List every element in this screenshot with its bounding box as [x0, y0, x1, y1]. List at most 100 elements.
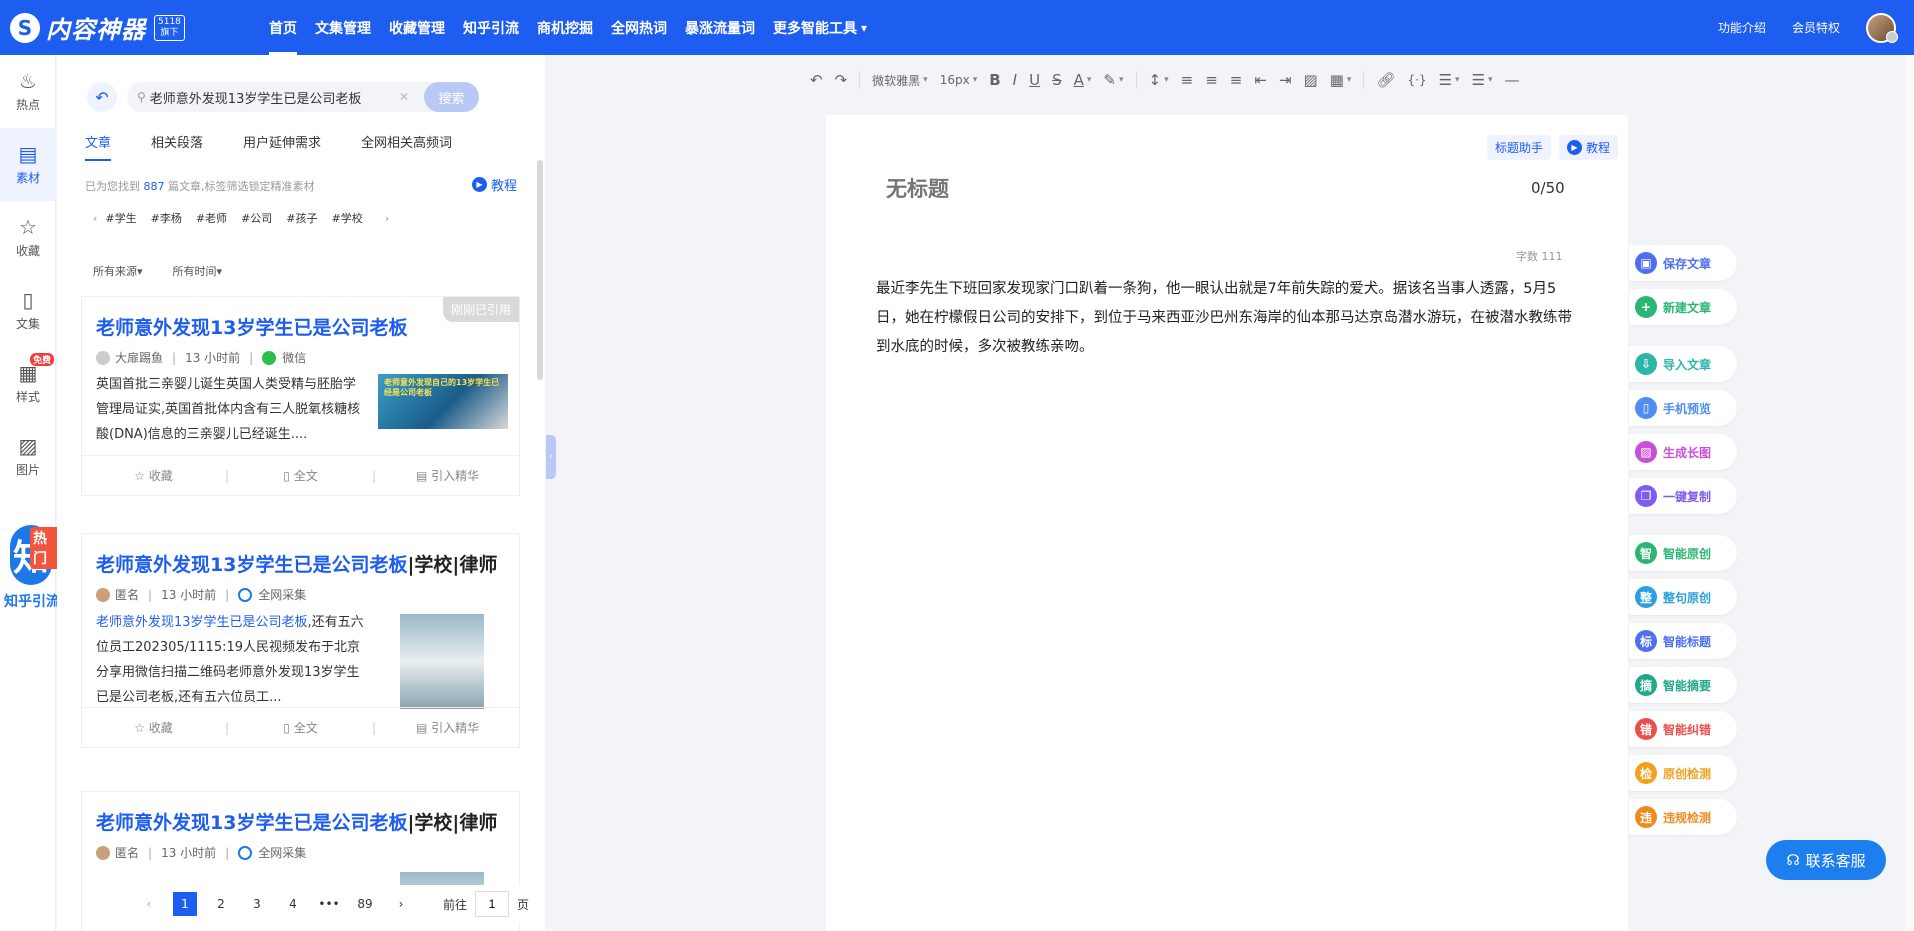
bullet-list-icon[interactable]: ☰ ▾: [1439, 71, 1460, 89]
save-button[interactable]: ▣ 保存文章: [1629, 245, 1737, 281]
original-check-button[interactable]: 检原创检测: [1629, 755, 1737, 791]
tab-paragraphs[interactable]: 相关段落: [151, 132, 203, 161]
strikethrough-icon[interactable]: S: [1052, 71, 1062, 89]
new-doc-button[interactable]: + 新建文章: [1629, 289, 1737, 325]
search-button[interactable]: 搜索: [424, 82, 479, 112]
violation-check-button[interactable]: 违违规检测: [1629, 799, 1737, 835]
align-left-icon[interactable]: ≡: [1181, 71, 1194, 89]
align-center-icon[interactable]: ≡: [1205, 71, 1218, 89]
back-arrow-icon[interactable]: ↶: [87, 82, 117, 112]
next-page-button[interactable]: ›: [389, 892, 413, 916]
table-icon[interactable]: ▦ ▾: [1330, 71, 1352, 89]
page-button[interactable]: 4: [281, 892, 305, 916]
import-button[interactable]: ⇩ 导入文章: [1629, 346, 1737, 382]
nav-more-tools[interactable]: 更多智能工具 ▾: [764, 0, 876, 55]
outdent-icon[interactable]: ⇤: [1254, 71, 1267, 89]
link-icon[interactable]: 🔗︎: [1376, 71, 1395, 89]
tag[interactable]: #学校: [332, 210, 363, 226]
nav-collections[interactable]: 文集管理: [306, 0, 380, 55]
avatar[interactable]: [1866, 12, 1898, 43]
article-title[interactable]: 老师意外发现13岁学生已是公司老板: [96, 313, 407, 340]
page-button[interactable]: 3: [245, 892, 269, 916]
align-right-icon[interactable]: ≡: [1230, 71, 1243, 89]
horizontal-rule-icon[interactable]: —: [1505, 71, 1520, 89]
full-text-button[interactable]: ▯ 全文: [229, 467, 372, 484]
collapse-panel-icon[interactable]: ‹: [546, 435, 556, 479]
nav-favorites[interactable]: 收藏管理: [380, 0, 454, 55]
editor-body[interactable]: 最近李先生下班回家发现家门口趴着一条狗，他一眼认出就是7年前失踪的爱犬。据该名当…: [876, 275, 1576, 362]
collect-button[interactable]: ☆ 收藏: [82, 719, 225, 736]
ai-summary-button[interactable]: 摘智能摘要: [1629, 667, 1737, 703]
line-height-icon[interactable]: ↕ ▾: [1149, 71, 1169, 89]
rail-item-docs[interactable]: ▯ 文集: [0, 274, 56, 347]
code-icon[interactable]: {·}: [1407, 73, 1426, 87]
prev-page-button[interactable]: ‹: [137, 892, 161, 916]
tab-high-freq-words[interactable]: 全网相关高频词: [361, 132, 452, 161]
import-essence-button[interactable]: ▤ 引入精华: [376, 719, 519, 736]
membership-link[interactable]: 会员特权: [1792, 19, 1840, 36]
search-input[interactable]: [149, 89, 440, 105]
chevron-left-icon[interactable]: ‹: [93, 212, 97, 225]
redo-icon[interactable]: ↷: [835, 71, 848, 89]
numbered-list-icon[interactable]: ☰ ▾: [1472, 71, 1493, 89]
title-helper-button[interactable]: 标题助手: [1486, 135, 1551, 160]
font-size-select[interactable]: 16px ▾: [940, 73, 978, 87]
ai-title-button[interactable]: 标智能标题: [1629, 623, 1737, 659]
tab-user-needs[interactable]: 用户延伸需求: [243, 132, 321, 161]
page-button[interactable]: 2: [209, 892, 233, 916]
source-filter[interactable]: 所有来源▾: [93, 263, 143, 279]
page-button[interactable]: 1: [173, 892, 197, 916]
page-ellipsis[interactable]: •••: [317, 892, 341, 916]
nav-traffic-words[interactable]: 暴涨流量词: [676, 0, 764, 55]
indent-icon[interactable]: ⇥: [1279, 71, 1292, 89]
goto-page-input[interactable]: [475, 891, 510, 917]
sentence-original-button[interactable]: 整整句原创: [1629, 579, 1737, 615]
nav-home[interactable]: 首页: [260, 0, 306, 55]
title-input[interactable]: [886, 177, 1486, 201]
page-button[interactable]: 89: [353, 892, 377, 916]
article-thumbnail[interactable]: [400, 614, 484, 709]
long-image-button[interactable]: ▨ 生成长图: [1629, 434, 1737, 470]
tag[interactable]: #老师: [196, 210, 227, 226]
tag[interactable]: #孩子: [286, 210, 317, 226]
editor-tutorial-button[interactable]: ▶ 教程: [1558, 135, 1618, 160]
rail-item-collect[interactable]: ☆ 收藏: [0, 201, 56, 274]
time-filter[interactable]: 所有时间▾: [173, 263, 223, 279]
article-card[interactable]: 刚刚已引用 老师意外发现13岁学生已是公司老板 大扉踢鱼 | 13 小时前 | …: [81, 296, 520, 496]
italic-icon[interactable]: I: [1013, 71, 1017, 89]
font-family-select[interactable]: 微软雅黑 ▾: [872, 72, 928, 89]
article-title[interactable]: 老师意外发现13岁学生已是公司老板|学校|律师: [96, 550, 497, 577]
panel-scrollbar[interactable]: [537, 160, 543, 380]
undo-icon[interactable]: ↶: [810, 71, 823, 89]
chevron-right-icon[interactable]: ›: [385, 212, 389, 225]
font-color-icon[interactable]: A ▾: [1074, 71, 1092, 89]
ai-correct-button[interactable]: 错智能纠错: [1629, 711, 1737, 747]
rail-item-image[interactable]: ▨ 图片: [0, 420, 56, 493]
tag[interactable]: #公司: [241, 210, 272, 226]
bold-icon[interactable]: B: [989, 71, 1000, 89]
import-essence-button[interactable]: ▤ 引入精华: [376, 467, 519, 484]
feature-intro-link[interactable]: 功能介绍: [1718, 19, 1766, 36]
phone-button[interactable]: ▯ 手机预览: [1629, 390, 1737, 426]
contact-service-button[interactable]: ☊ 联系客服: [1766, 840, 1886, 880]
collect-button[interactable]: ☆ 收藏: [82, 467, 225, 484]
tag[interactable]: #李杨: [151, 210, 182, 226]
full-text-button[interactable]: ▯ 全文: [229, 719, 372, 736]
tab-articles[interactable]: 文章: [85, 132, 112, 161]
rail-item-style[interactable]: 免费 ▦ 样式: [0, 347, 56, 420]
page-scrollbar[interactable]: [1906, 55, 1914, 931]
article-title[interactable]: 老师意外发现13岁学生已是公司老板|学校|律师: [96, 808, 497, 835]
zhihu-promo[interactable]: 知 热门 知乎引流: [4, 525, 62, 635]
logo[interactable]: S 内容神器 5118 旗下: [10, 10, 240, 45]
nav-hot-words[interactable]: 全网热词: [602, 0, 676, 55]
underline-icon[interactable]: U: [1029, 71, 1040, 89]
article-thumbnail[interactable]: 老师意外发现自己的13岁学生已经是公司老板: [378, 374, 508, 429]
rail-item-hot[interactable]: ♨ 热点: [0, 55, 56, 128]
close-icon[interactable]: ✕: [399, 90, 409, 104]
tag[interactable]: #学生: [105, 210, 136, 226]
tutorial-link[interactable]: ▶ 教程: [471, 175, 517, 194]
ai-original-button[interactable]: 智智能原创: [1629, 535, 1737, 571]
nav-business[interactable]: 商机挖掘: [528, 0, 602, 55]
article-card[interactable]: 老师意外发现13岁学生已是公司老板|学校|律师 匿名 | 13 小时前 | 全网…: [81, 533, 520, 748]
insert-image-icon[interactable]: ▨: [1304, 71, 1318, 89]
